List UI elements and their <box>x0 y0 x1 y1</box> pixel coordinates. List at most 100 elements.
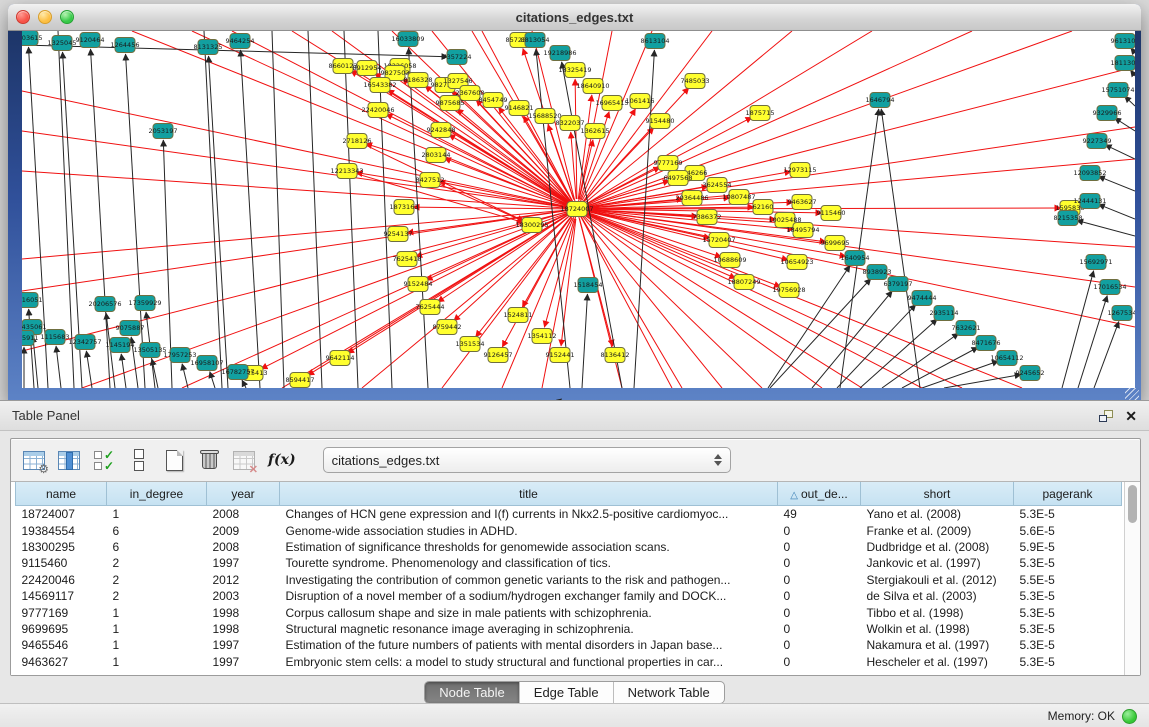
graph-node[interactable]: 1145194 <box>106 338 135 353</box>
cell-in_degree[interactable]: 6 <box>107 522 207 538</box>
cell-in_degree[interactable]: 2 <box>107 588 207 604</box>
graph-node[interactable]: 9463627 <box>788 195 817 210</box>
graph-edge[interactable] <box>242 380 246 388</box>
graph-node[interactable]: 6379197 <box>884 277 913 292</box>
graph-node[interactable]: 20206576 <box>88 297 121 312</box>
graph-node[interactable]: 1640954 <box>841 251 870 266</box>
graph-node[interactable]: 8131325 <box>194 40 223 55</box>
cell-year[interactable]: 2009 <box>207 522 280 538</box>
cell-pagerank[interactable]: 5.5E-5 <box>1014 572 1122 588</box>
cell-year[interactable]: 1998 <box>207 604 280 620</box>
cell-out_degree[interactable]: 0 <box>778 555 861 571</box>
table-row[interactable]: 1938455462009Genome-wide association stu… <box>16 522 1122 538</box>
function-builder-icon[interactable]: f(x) <box>266 447 298 473</box>
select-rows-icon[interactable]: ✓✓ <box>91 447 117 473</box>
cell-in_degree[interactable]: 1 <box>107 604 207 620</box>
cell-out_degree[interactable]: 0 <box>778 572 861 588</box>
cell-year[interactable]: 2012 <box>207 572 280 588</box>
table-row[interactable]: 2242004622012Investigating the contribut… <box>16 572 1122 588</box>
graph-node[interactable]: 9875685 <box>436 96 465 111</box>
cell-pagerank[interactable]: 5.3E-5 <box>1014 555 1122 571</box>
table-row[interactable]: 969969511998Structural magnetic resonanc… <box>16 621 1122 637</box>
graph-node[interactable]: 6497568 <box>664 171 693 186</box>
network-table-select[interactable]: citations_edges.txt <box>323 447 731 473</box>
cell-name[interactable]: 18724007 <box>16 506 107 523</box>
graph-node[interactable]: 10654112 <box>990 351 1023 366</box>
resize-grip-icon[interactable] <box>1125 388 1139 400</box>
graph-node[interactable]: 1115683 <box>41 330 70 345</box>
graph-edge[interactable] <box>344 31 358 388</box>
graph-node[interactable]: 12093852 <box>1073 166 1106 181</box>
column-header-pagerank[interactable]: pagerank <box>1014 482 1122 506</box>
graph-node[interactable]: 9075887 <box>116 321 145 336</box>
graph-node[interactable]: 3624554 <box>703 178 732 193</box>
row-height-icon[interactable] <box>126 447 152 473</box>
column-header-short[interactable]: short <box>861 482 1014 506</box>
cell-title[interactable]: Estimation of the future numbers of pati… <box>280 637 778 653</box>
graph-node[interactable]: 12973115 <box>783 163 816 178</box>
column-header-name[interactable]: name <box>16 482 107 506</box>
tab-network-table[interactable]: Network Table <box>614 682 724 703</box>
graph-node[interactable]: 10654923 <box>780 255 813 270</box>
graph-node[interactable]: 8136412 <box>601 348 630 363</box>
graph-node[interactable]: 7625444 <box>416 300 445 315</box>
graph-node[interactable]: 15751074 <box>1101 83 1134 98</box>
cell-year[interactable]: 1997 <box>207 637 280 653</box>
cell-out_degree[interactable]: 49 <box>778 506 861 523</box>
tab-edge-table[interactable]: Edge Table <box>520 682 614 703</box>
graph-edge[interactable] <box>882 333 959 388</box>
cell-short[interactable]: Yano et al. (2008) <box>861 506 1014 523</box>
graph-node[interactable]: 10807487 <box>722 190 755 205</box>
graph-node[interactable]: 9254137 <box>384 227 413 242</box>
column-header-out_degree[interactable]: △out_de... <box>778 482 861 506</box>
graph-node[interactable]: 19756928 <box>772 283 805 298</box>
cell-short[interactable]: de Silva et al. (2003) <box>861 588 1014 604</box>
graph-node[interactable]: 1524811 <box>504 308 533 323</box>
graph-node[interactable]: 9474444 <box>908 291 937 306</box>
graph-edge[interactable] <box>209 56 228 388</box>
graph-edge[interactable] <box>413 207 567 209</box>
graph-node[interactable]: 9699695 <box>821 236 850 251</box>
cell-short[interactable]: Jankovic et al. (1997) <box>861 555 1014 571</box>
delete-row-icon[interactable] <box>196 447 222 473</box>
cell-title[interactable]: Embryonic stem cells: a model to study s… <box>280 654 778 670</box>
cell-short[interactable]: Hescheler et al. (1997) <box>861 654 1014 670</box>
graph-node[interactable]: 2718126 <box>343 134 372 149</box>
cell-pagerank[interactable]: 5.3E-5 <box>1014 604 1122 620</box>
graph-node[interactable]: 9154480 <box>646 114 675 129</box>
column-header-year[interactable]: year <box>207 482 280 506</box>
graph-edge[interactable] <box>1094 321 1119 388</box>
graph-node[interactable]: 9115460 <box>817 206 846 221</box>
graph-node[interactable]: 1351534 <box>456 337 485 352</box>
graph-edge[interactable] <box>272 31 284 388</box>
cell-title[interactable]: Disruption of a novel member of a sodium… <box>280 588 778 604</box>
graph-node[interactable]: 17359929 <box>128 296 161 311</box>
select-column-icon[interactable] <box>56 447 82 473</box>
graph-node[interactable]: 1646794 <box>866 93 895 108</box>
new-table-icon[interactable] <box>161 447 187 473</box>
cell-title[interactable]: Structural magnetic resonance image aver… <box>280 621 778 637</box>
graph-node[interactable]: 1264456 <box>111 38 140 53</box>
graph-node[interactable]: 2503615 <box>22 31 42 46</box>
graph-edge[interactable] <box>860 319 937 388</box>
graph-edge[interactable] <box>812 291 892 388</box>
cell-name[interactable]: 9463627 <box>16 654 107 670</box>
graph-node[interactable]: 2053197 <box>149 124 178 139</box>
graph-node[interactable]: 9329966 <box>1093 106 1122 121</box>
cell-pagerank[interactable]: 5.6E-5 <box>1014 522 1122 538</box>
graph-node[interactable]: 1362615 <box>581 124 610 139</box>
cell-year[interactable]: 2003 <box>207 588 280 604</box>
graph-node[interactable]: 7625418 <box>393 252 422 267</box>
cell-short[interactable]: Wolkin et al. (1998) <box>861 621 1014 637</box>
cell-name[interactable]: 9777169 <box>16 604 107 620</box>
cell-year[interactable]: 1997 <box>207 555 280 571</box>
graph-node[interactable]: 9642114 <box>326 351 355 366</box>
graph-node[interactable]: 9242848 <box>427 123 456 138</box>
tab-node-table[interactable]: Node Table <box>425 682 520 703</box>
graph-node[interactable]: 13505135 <box>133 343 166 358</box>
cell-out_degree[interactable]: 0 <box>778 588 861 604</box>
cell-pagerank[interactable]: 5.3E-5 <box>1014 621 1122 637</box>
graph-node[interactable]: 8613104 <box>641 34 670 49</box>
cell-out_degree[interactable]: 0 <box>778 621 861 637</box>
cell-title[interactable]: Investigating the contribution of common… <box>280 572 778 588</box>
